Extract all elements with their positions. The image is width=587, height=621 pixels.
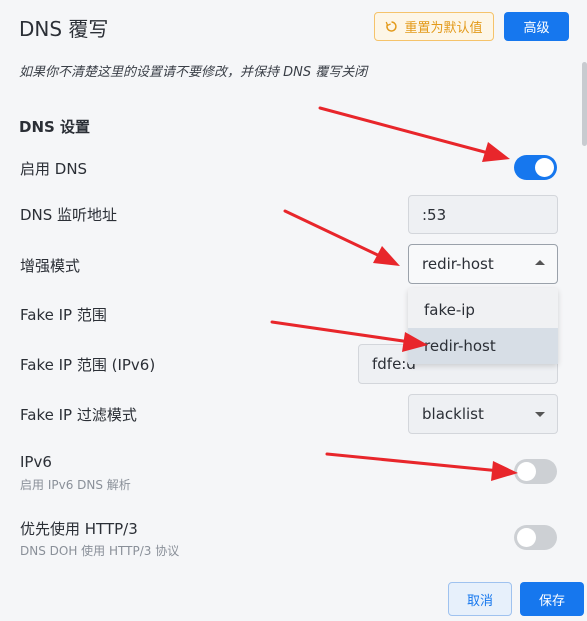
dropdown-option-fake-ip[interactable]: fake-ip	[408, 292, 558, 328]
chevron-up-icon	[535, 260, 545, 265]
fake-ip-range-label: Fake IP 范围	[20, 306, 107, 324]
reset-icon	[386, 21, 398, 32]
reset-default-label: 重置为默认值	[404, 21, 483, 36]
fake-ip-filter-label: Fake IP 过滤模式	[20, 406, 137, 424]
dns-listen-label: DNS 监听地址	[20, 206, 118, 224]
advanced-button[interactable]: 高级	[504, 12, 569, 41]
toggle-knob	[517, 528, 536, 547]
ipv6-sublabel: 启用 IPv6 DNS 解析	[20, 478, 131, 492]
scrollbar-thumb[interactable]	[582, 62, 587, 146]
dialog-title: DNS 覆写	[19, 17, 109, 41]
toggle-knob	[517, 462, 536, 481]
save-button[interactable]: 保存	[520, 582, 584, 616]
ipv6-label: IPv6	[20, 453, 52, 471]
enhanced-mode-select[interactable]: redir-host	[408, 244, 558, 284]
enable-dns-label: 启用 DNS	[20, 160, 88, 178]
annotation-arrow-ipv6	[325, 452, 518, 481]
ipv6-toggle[interactable]	[514, 459, 557, 484]
cancel-button[interactable]: 取消	[448, 582, 512, 616]
fake-ip-range-v6-label: Fake IP 范围 (IPv6)	[20, 356, 156, 374]
enhanced-mode-dropdown: fake-ip redir-host	[408, 288, 558, 364]
http3-toggle[interactable]	[514, 525, 557, 550]
dns-listen-value: :53	[422, 205, 447, 224]
fake-ip-filter-value: blacklist	[422, 405, 484, 423]
enhanced-mode-value: redir-host	[422, 255, 494, 273]
toggle-knob	[535, 158, 554, 177]
annotation-arrow-enable-dns	[318, 106, 510, 162]
enhanced-mode-label: 增强模式	[20, 257, 81, 275]
chevron-down-icon	[535, 412, 545, 417]
fake-ip-filter-select[interactable]: blacklist	[408, 394, 558, 434]
dropdown-option-redir-host[interactable]: redir-host	[408, 328, 558, 364]
http3-label: 优先使用 HTTP/3	[20, 520, 138, 538]
dns-listen-input[interactable]: :53	[408, 195, 558, 234]
warning-hint: 如果你不清楚这里的设置请不要修改，并保持 DNS 覆写关闭	[19, 65, 368, 80]
dns-override-dialog: DNS 覆写 重置为默认值 高级 如果你不清楚这里的设置请不要修改，并保持 DN…	[0, 0, 587, 621]
reset-default-button[interactable]: 重置为默认值	[374, 12, 494, 41]
section-title-dns: DNS 设置	[19, 118, 91, 136]
enable-dns-toggle[interactable]	[514, 155, 557, 180]
annotation-arrow-enhanced-mode	[283, 209, 400, 266]
http3-sublabel: DNS DOH 使用 HTTP/3 协议	[20, 544, 180, 558]
